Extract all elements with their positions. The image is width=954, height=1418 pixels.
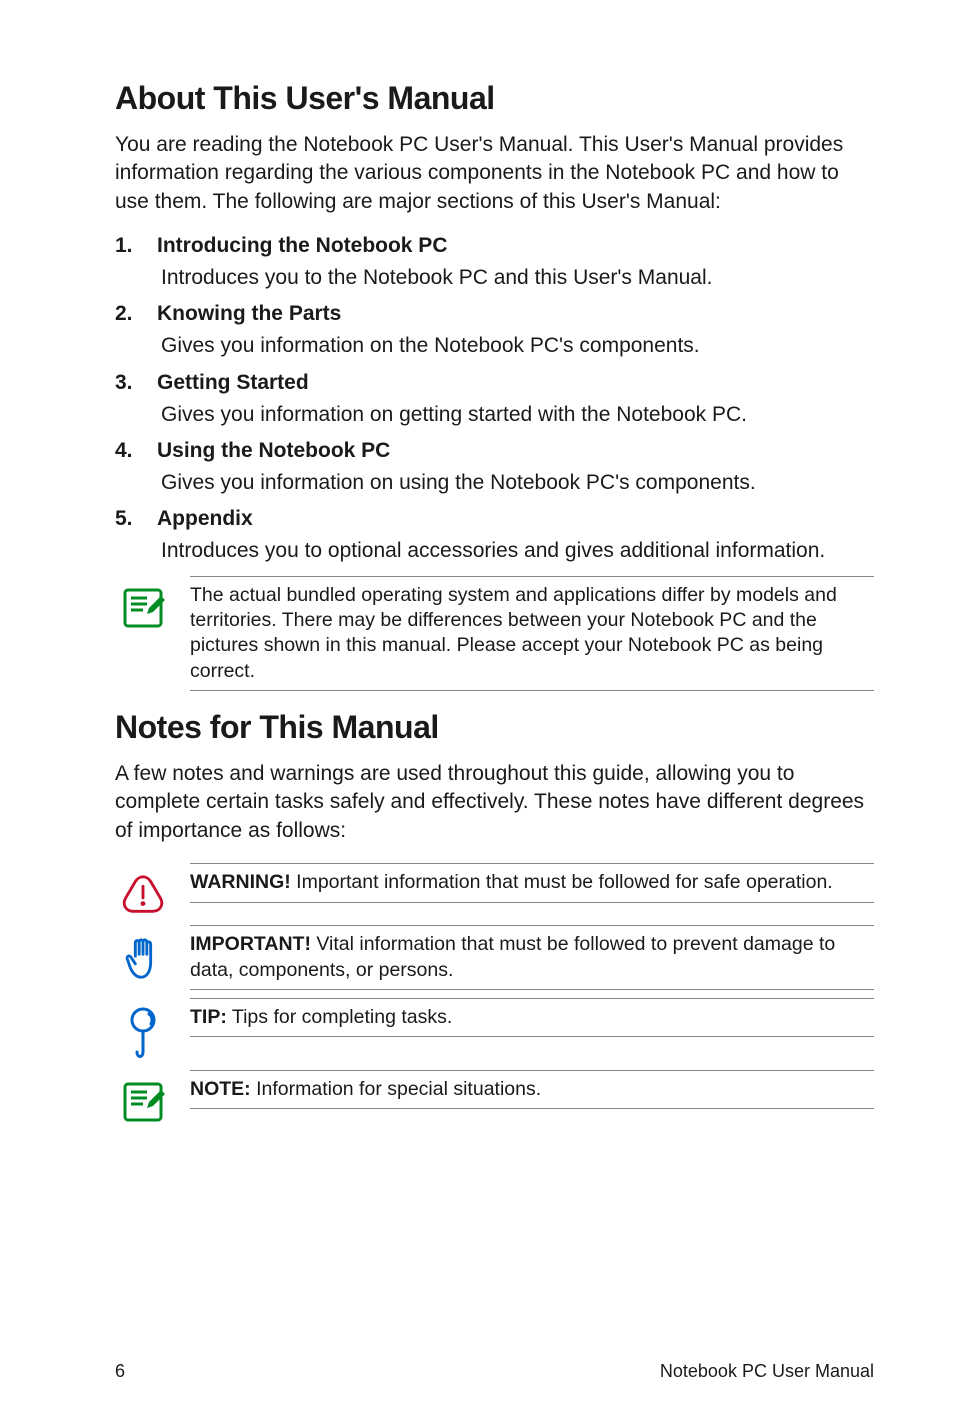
note-text: The actual bundled operating system and …: [190, 576, 874, 691]
warning-body: Important information that must be follo…: [291, 871, 833, 893]
tip-icon: [115, 998, 170, 1062]
note-callout-bundled: The actual bundled operating system and …: [115, 576, 874, 691]
tip-body: Tips for completing tasks.: [227, 1006, 452, 1028]
tip-callout: TIP: Tips for completing tasks.: [115, 998, 874, 1062]
note-icon: [115, 576, 170, 632]
section-item: 5. Appendix Introduces you to optional a…: [115, 507, 874, 565]
section-number: 1.: [115, 234, 135, 258]
tip-label: TIP:: [190, 1006, 227, 1028]
section-number: 4.: [115, 439, 135, 463]
section-number: 3.: [115, 371, 135, 395]
section-title: Knowing the Parts: [157, 302, 341, 326]
note-text-2: NOTE: Information for special situations…: [190, 1070, 874, 1109]
important-label: IMPORTANT!: [190, 933, 311, 955]
section-head: 4. Using the Notebook PC: [115, 439, 874, 463]
note-callout: NOTE: Information for special situations…: [115, 1070, 874, 1126]
section-body: Gives you information on using the Noteb…: [161, 469, 874, 497]
section-body: Gives you information on the Notebook PC…: [161, 332, 874, 360]
important-text: IMPORTANT! Vital information that must b…: [190, 925, 874, 990]
note-icon: [115, 1070, 170, 1126]
section-head: 3. Getting Started: [115, 371, 874, 395]
note-body: Information for special situations.: [251, 1078, 541, 1100]
section-body: Introduces you to optional accessories a…: [161, 537, 874, 565]
section-title: Getting Started: [157, 371, 309, 395]
heading-notes: Notes for This Manual: [115, 709, 874, 746]
tip-text: TIP: Tips for completing tasks.: [190, 998, 874, 1037]
section-number: 5.: [115, 507, 135, 531]
warning-label: WARNING!: [190, 871, 291, 893]
sections-list: 1. Introducing the Notebook PC Introduce…: [115, 234, 874, 566]
note-label: NOTE:: [190, 1078, 251, 1100]
section-item: 2. Knowing the Parts Gives you informati…: [115, 302, 874, 360]
section-head: 2. Knowing the Parts: [115, 302, 874, 326]
important-callout: IMPORTANT! Vital information that must b…: [115, 925, 874, 990]
warning-text: WARNING! Important information that must…: [190, 863, 874, 902]
section-head: 5. Appendix: [115, 507, 874, 531]
section-title: Appendix: [157, 507, 253, 531]
intro-paragraph-2: A few notes and warnings are used throug…: [115, 760, 874, 845]
footer-text: Notebook PC User Manual: [660, 1361, 874, 1382]
section-item: 1. Introducing the Notebook PC Introduce…: [115, 234, 874, 292]
section-head: 1. Introducing the Notebook PC: [115, 234, 874, 258]
section-title: Using the Notebook PC: [157, 439, 390, 463]
page-footer: 6 Notebook PC User Manual: [0, 1361, 954, 1382]
section-item: 3. Getting Started Gives you information…: [115, 371, 874, 429]
section-number: 2.: [115, 302, 135, 326]
callouts-stack: WARNING! Important information that must…: [115, 863, 874, 1126]
section-title: Introducing the Notebook PC: [157, 234, 447, 258]
section-body: Gives you information on getting started…: [161, 401, 874, 429]
important-hand-icon: [115, 925, 170, 985]
section-body: Introduces you to the Notebook PC and th…: [161, 264, 874, 292]
heading-about: About This User's Manual: [115, 80, 874, 117]
section-item: 4. Using the Notebook PC Gives you infor…: [115, 439, 874, 497]
warning-icon: [115, 863, 170, 917]
page-number: 6: [115, 1361, 125, 1382]
warning-callout: WARNING! Important information that must…: [115, 863, 874, 917]
intro-paragraph-1: You are reading the Notebook PC User's M…: [115, 131, 874, 216]
